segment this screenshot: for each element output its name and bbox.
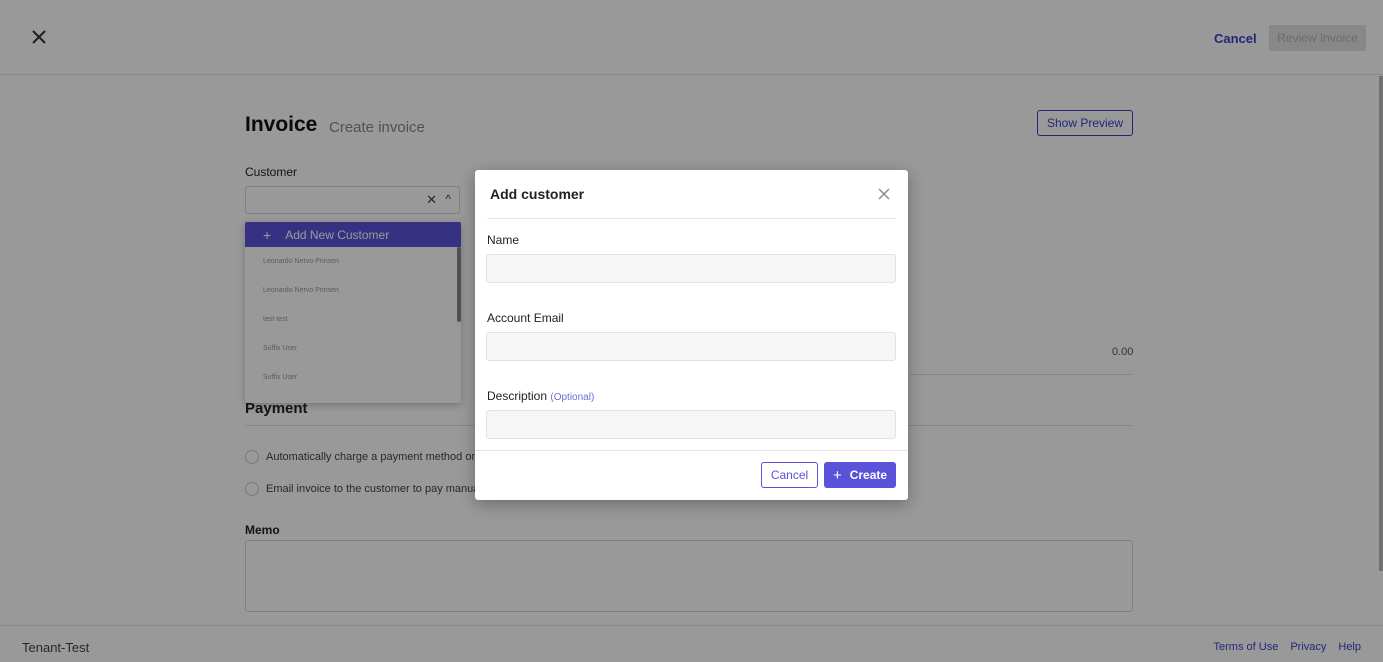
cancel-button[interactable]: Cancel — [761, 462, 818, 488]
name-label: Name — [487, 233, 520, 247]
divider — [487, 218, 896, 219]
description-field[interactable] — [486, 410, 896, 439]
divider — [475, 450, 908, 451]
description-label: Description (Optional) — [487, 389, 594, 403]
close-icon[interactable] — [877, 187, 891, 201]
account-email-field[interactable] — [486, 332, 896, 361]
account-email-label: Account Email — [487, 311, 564, 325]
modal-title: Add customer — [490, 186, 585, 202]
description-label-text: Description — [487, 389, 548, 403]
add-customer-modal: Add customer Name Account Email Descript… — [475, 170, 908, 500]
create-button[interactable]: + Create — [824, 462, 896, 488]
optional-hint: (Optional) — [550, 392, 595, 403]
plus-icon: + — [832, 466, 842, 484]
name-field[interactable] — [486, 254, 896, 283]
create-button-label: Create — [849, 468, 888, 482]
